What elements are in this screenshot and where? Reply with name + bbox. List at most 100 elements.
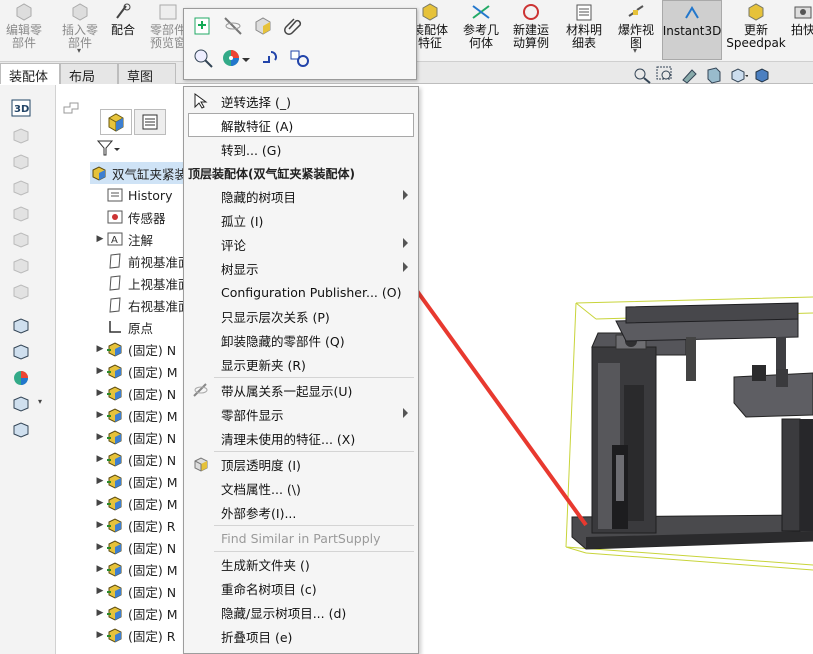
expand-arrow-icon[interactable]: ▶ — [94, 564, 106, 574]
rotate-component-icon[interactable] — [288, 47, 310, 69]
part-grey-icon[interactable] — [11, 205, 31, 223]
tree-item[interactable]: ▶ (固定) M — [94, 470, 186, 492]
edit-component-button[interactable]: 编辑零 部件 — [0, 0, 48, 60]
fm-top-icon[interactable] — [62, 101, 80, 117]
component-icon[interactable] — [11, 395, 31, 413]
zoom-to-area-icon[interactable] — [656, 66, 676, 84]
menu-item[interactable]: 生成新文件夹 () — [184, 552, 418, 576]
expand-arrow-icon[interactable]: ▶ — [94, 454, 106, 464]
tree-item[interactable]: 右视基准面 — [94, 294, 186, 316]
insert-components-button[interactable]: 插入零 部件 ▾ — [56, 0, 104, 60]
expand-arrow-icon[interactable]: ▶ — [94, 498, 106, 508]
expand-arrow-icon[interactable]: ▶ — [94, 520, 106, 530]
part-grey-icon[interactable] — [11, 231, 31, 249]
change-transparency-icon[interactable] — [252, 15, 274, 37]
tree-root-assembly[interactable]: 双气缸夹紧装配体 — [90, 162, 186, 184]
tab-layout[interactable]: 布局 — [60, 63, 118, 85]
zoom-to-fit-icon[interactable] — [632, 66, 652, 84]
menu-item[interactable]: 清理未使用的特征... (X) — [184, 426, 418, 450]
appearance-dropdown-icon[interactable] — [242, 53, 250, 62]
mate-button[interactable]: 配合 — [104, 0, 142, 60]
tree-item[interactable]: 前视基准面 — [94, 250, 186, 272]
zoom-to-selection-icon[interactable] — [192, 47, 214, 69]
update-speedpak-button[interactable]: 更新 Speedpak — [725, 0, 787, 60]
bill-of-materials-button[interactable]: 材料明 细表 — [558, 0, 610, 60]
tree-item[interactable]: ▶ A 注解 — [94, 228, 186, 250]
menu-item[interactable]: 逆转选择 (_) — [184, 89, 418, 113]
new-motion-study-button[interactable]: 新建运 动算例 — [505, 0, 557, 60]
menu-item[interactable]: Configuration Publisher... (O) — [184, 280, 418, 304]
tree-item[interactable]: ▶ (固定) N — [94, 338, 186, 360]
exploded-view-button[interactable]: 爆炸视 图 ▾ — [610, 0, 662, 60]
filter-icon[interactable] — [96, 139, 120, 157]
expand-arrow-icon[interactable]: ▶ — [94, 234, 106, 244]
expand-arrow-icon[interactable]: ▶ — [94, 388, 106, 398]
reference-geometry-button[interactable]: 参考几 何体 — [457, 0, 505, 60]
appearance-icon[interactable] — [11, 369, 31, 387]
chevron-down-icon[interactable]: ▾ — [77, 44, 81, 57]
tab-sketch[interactable]: 草图 — [118, 63, 176, 85]
menu-item[interactable]: 折叠项目 (e) — [184, 624, 418, 648]
appearance-icon[interactable] — [220, 47, 242, 69]
tree-item[interactable]: History — [94, 184, 186, 206]
tree-item[interactable]: ▶ (固定) N — [94, 448, 186, 470]
propertymanager-tab[interactable] — [134, 109, 166, 135]
expand-arrow-icon[interactable]: ▶ — [94, 432, 106, 442]
3d-view-icon[interactable]: 3D — [11, 99, 31, 117]
menu-item[interactable]: 文档属性... (\) — [184, 476, 418, 500]
part-grey-icon[interactable] — [11, 179, 31, 197]
expand-arrow-icon[interactable]: ▶ — [94, 542, 106, 552]
chevron-down-icon[interactable]: ▾ — [633, 44, 637, 57]
section-view-icon[interactable] — [704, 66, 724, 84]
tree-item[interactable]: ▶ (固定) N — [94, 536, 186, 558]
menu-item[interactable]: 解散特征 (A) — [188, 113, 414, 137]
chevron-down-icon[interactable]: ▾ — [38, 397, 42, 406]
expand-arrow-icon[interactable]: ▶ — [94, 630, 106, 640]
instant3d-button[interactable]: Instant3D — [662, 0, 722, 60]
menu-item[interactable]: 孤立 (I) — [184, 208, 418, 232]
menu-item[interactable]: 显示更新夹 (R) — [184, 352, 418, 376]
tree-item[interactable]: ▶ (固定) M — [94, 404, 186, 426]
isometric-icon[interactable] — [11, 127, 31, 145]
part-grey-icon[interactable] — [11, 257, 31, 275]
menu-item[interactable]: 重命名树项目 (c) — [184, 576, 418, 600]
part-grey-icon[interactable] — [11, 283, 31, 301]
insert-component-icon[interactable] — [192, 15, 214, 37]
menu-item[interactable]: 评论 — [184, 232, 418, 256]
featuremanager-tab[interactable] — [100, 109, 132, 135]
expand-arrow-icon[interactable]: ▶ — [94, 344, 106, 354]
view-orientation-icon[interactable] — [728, 66, 749, 84]
menu-item[interactable]: 树显示 — [184, 256, 418, 280]
tree-item[interactable]: ▶ (固定) M — [94, 602, 186, 624]
tree-item[interactable]: ▶ (固定) R — [94, 514, 186, 536]
expand-arrow-icon[interactable]: ▶ — [94, 366, 106, 376]
toolbox-icon[interactable] — [11, 317, 31, 335]
menu-item[interactable]: 外部参考(I)... — [184, 500, 418, 524]
tree-item[interactable]: ▶ (固定) M — [94, 558, 186, 580]
menu-item[interactable]: 转到... (G) — [184, 137, 418, 161]
menu-item[interactable]: 卸装隐藏的零部件 (Q) — [184, 328, 418, 352]
menu-item[interactable]: 隐藏/显示树项目... (d) — [184, 600, 418, 624]
hide-component-icon[interactable] — [222, 15, 244, 37]
menu-item[interactable]: 顶层透明度 (I) — [184, 452, 418, 476]
tree-item[interactable]: 原点 — [94, 316, 186, 338]
previous-view-icon[interactable] — [680, 66, 700, 84]
menu-item[interactable]: 隐藏的树项目 — [184, 184, 418, 208]
display-style-icon[interactable] — [752, 66, 772, 84]
tree-item[interactable]: ▶ (固定) M — [94, 360, 186, 382]
expand-arrow-icon[interactable]: ▶ — [94, 586, 106, 596]
take-snapshot-button[interactable]: 拍快 — [788, 0, 813, 60]
menu-item[interactable]: 只显示层次关系 (P) — [184, 304, 418, 328]
scene-icon[interactable] — [11, 421, 31, 439]
expand-arrow-icon[interactable]: ▶ — [94, 608, 106, 618]
smart-mates-icon[interactable] — [258, 47, 280, 69]
layout-icon[interactable] — [11, 343, 31, 361]
expand-arrow-icon[interactable]: ▶ — [94, 410, 106, 420]
tree-item[interactable]: ▶ (固定) R — [94, 624, 186, 646]
tree-item[interactable]: ▶ (固定) N — [94, 382, 186, 404]
expand-arrow-icon[interactable]: ▶ — [94, 476, 106, 486]
hidden-lines-icon[interactable] — [11, 153, 31, 171]
tree-item[interactable]: 传感器 — [94, 206, 186, 228]
menu-item[interactable]: 零部件显示 — [184, 402, 418, 426]
attachment-icon[interactable] — [282, 15, 304, 37]
